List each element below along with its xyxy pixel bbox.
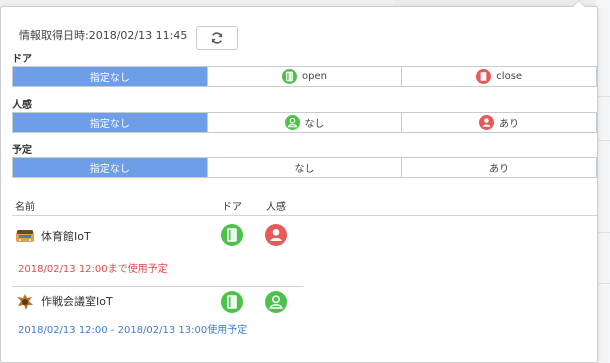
- presence-filter-absent[interactable]: なし: [206, 113, 402, 132]
- schedule-filter-title: 予定: [12, 145, 32, 156]
- info-label: 情報取得日時:: [19, 29, 89, 42]
- person-present-icon: [479, 115, 495, 130]
- schedule-filter-yes-label: あり: [489, 164, 510, 175]
- background-divider: [596, 232, 610, 233]
- schedule-filter-yes[interactable]: あり: [401, 158, 597, 177]
- device-2-door-open-icon: [221, 291, 243, 313]
- door-filter-none-label: 指定なし: [89, 73, 130, 84]
- door-filter-none[interactable]: 指定なし: [13, 67, 207, 86]
- presence-filter-none[interactable]: 指定なし: [13, 113, 207, 132]
- device-1-person-present-icon: [265, 224, 287, 246]
- door-filter-open-label: open: [302, 71, 327, 82]
- popover-caret-inner: [573, 1, 585, 7]
- device-2-person-absent-icon: [265, 291, 287, 313]
- door-open-icon: [282, 69, 298, 84]
- door-filter-close-label: close: [496, 71, 523, 82]
- info-row: 情報取得日時: 2018/02/13 11:45: [19, 24, 187, 46]
- presence-filter: 指定なし なし あり: [12, 112, 597, 133]
- door-close-icon: [476, 69, 492, 84]
- door-filter-close[interactable]: close: [401, 67, 597, 86]
- column-header-name: 名前: [15, 202, 35, 213]
- schedule-filter-none-label: 指定なし: [89, 164, 130, 175]
- device-1-door-open-icon: [221, 224, 243, 246]
- device-row-divider: [12, 286, 303, 287]
- background-divider: [596, 96, 610, 97]
- schedule-filter-no[interactable]: なし: [206, 158, 402, 177]
- column-header-door: ドア: [222, 202, 242, 213]
- presence-filter-none-label: 指定なし: [89, 119, 130, 130]
- device-2-schedule-status: 2018/02/13 12:00 - 2018/02/13 13:00使用予定: [18, 325, 248, 336]
- background-divider: [596, 283, 610, 284]
- device-2-thumbnail-icon: [15, 293, 35, 310]
- refresh-icon: [211, 32, 223, 44]
- info-time: 2018/02/13 11:45: [88, 28, 188, 42]
- door-filter-open[interactable]: open: [206, 67, 402, 86]
- list-header-divider: [12, 215, 597, 216]
- device-1-name: 体育館IoT: [41, 230, 91, 243]
- person-absent-icon: [284, 115, 300, 130]
- background-divider: [596, 140, 610, 141]
- door-filter: 指定なし open close: [12, 66, 597, 87]
- column-header-presence: 人感: [266, 202, 286, 213]
- door-filter-title: ドア: [12, 54, 32, 65]
- presence-filter-absent-label: なし: [304, 119, 325, 130]
- schedule-filter-none[interactable]: 指定なし: [13, 158, 207, 177]
- presence-filter-present-label: あり: [499, 119, 520, 130]
- schedule-filter-no-label: なし: [294, 164, 315, 175]
- device-2-name: 作戦会議室IoT: [41, 295, 113, 308]
- background-page-edge: [596, 0, 610, 363]
- filter-popover: 情報取得日時: 2018/02/13 11:45 ドア 指定なし open cl…: [0, 6, 598, 363]
- presence-filter-present[interactable]: あり: [401, 113, 597, 132]
- schedule-filter: 指定なし なし あり: [12, 157, 597, 178]
- device-1-thumbnail-icon: [15, 228, 35, 244]
- device-1-schedule-status: 2018/02/13 12:00まで使用予定: [18, 264, 168, 275]
- refresh-button[interactable]: [196, 26, 238, 50]
- device-row-2-name[interactable]: 作戦会議室IoT: [15, 293, 113, 310]
- device-row-1-name[interactable]: 体育館IoT: [15, 228, 91, 244]
- presence-filter-title: 人感: [12, 100, 32, 111]
